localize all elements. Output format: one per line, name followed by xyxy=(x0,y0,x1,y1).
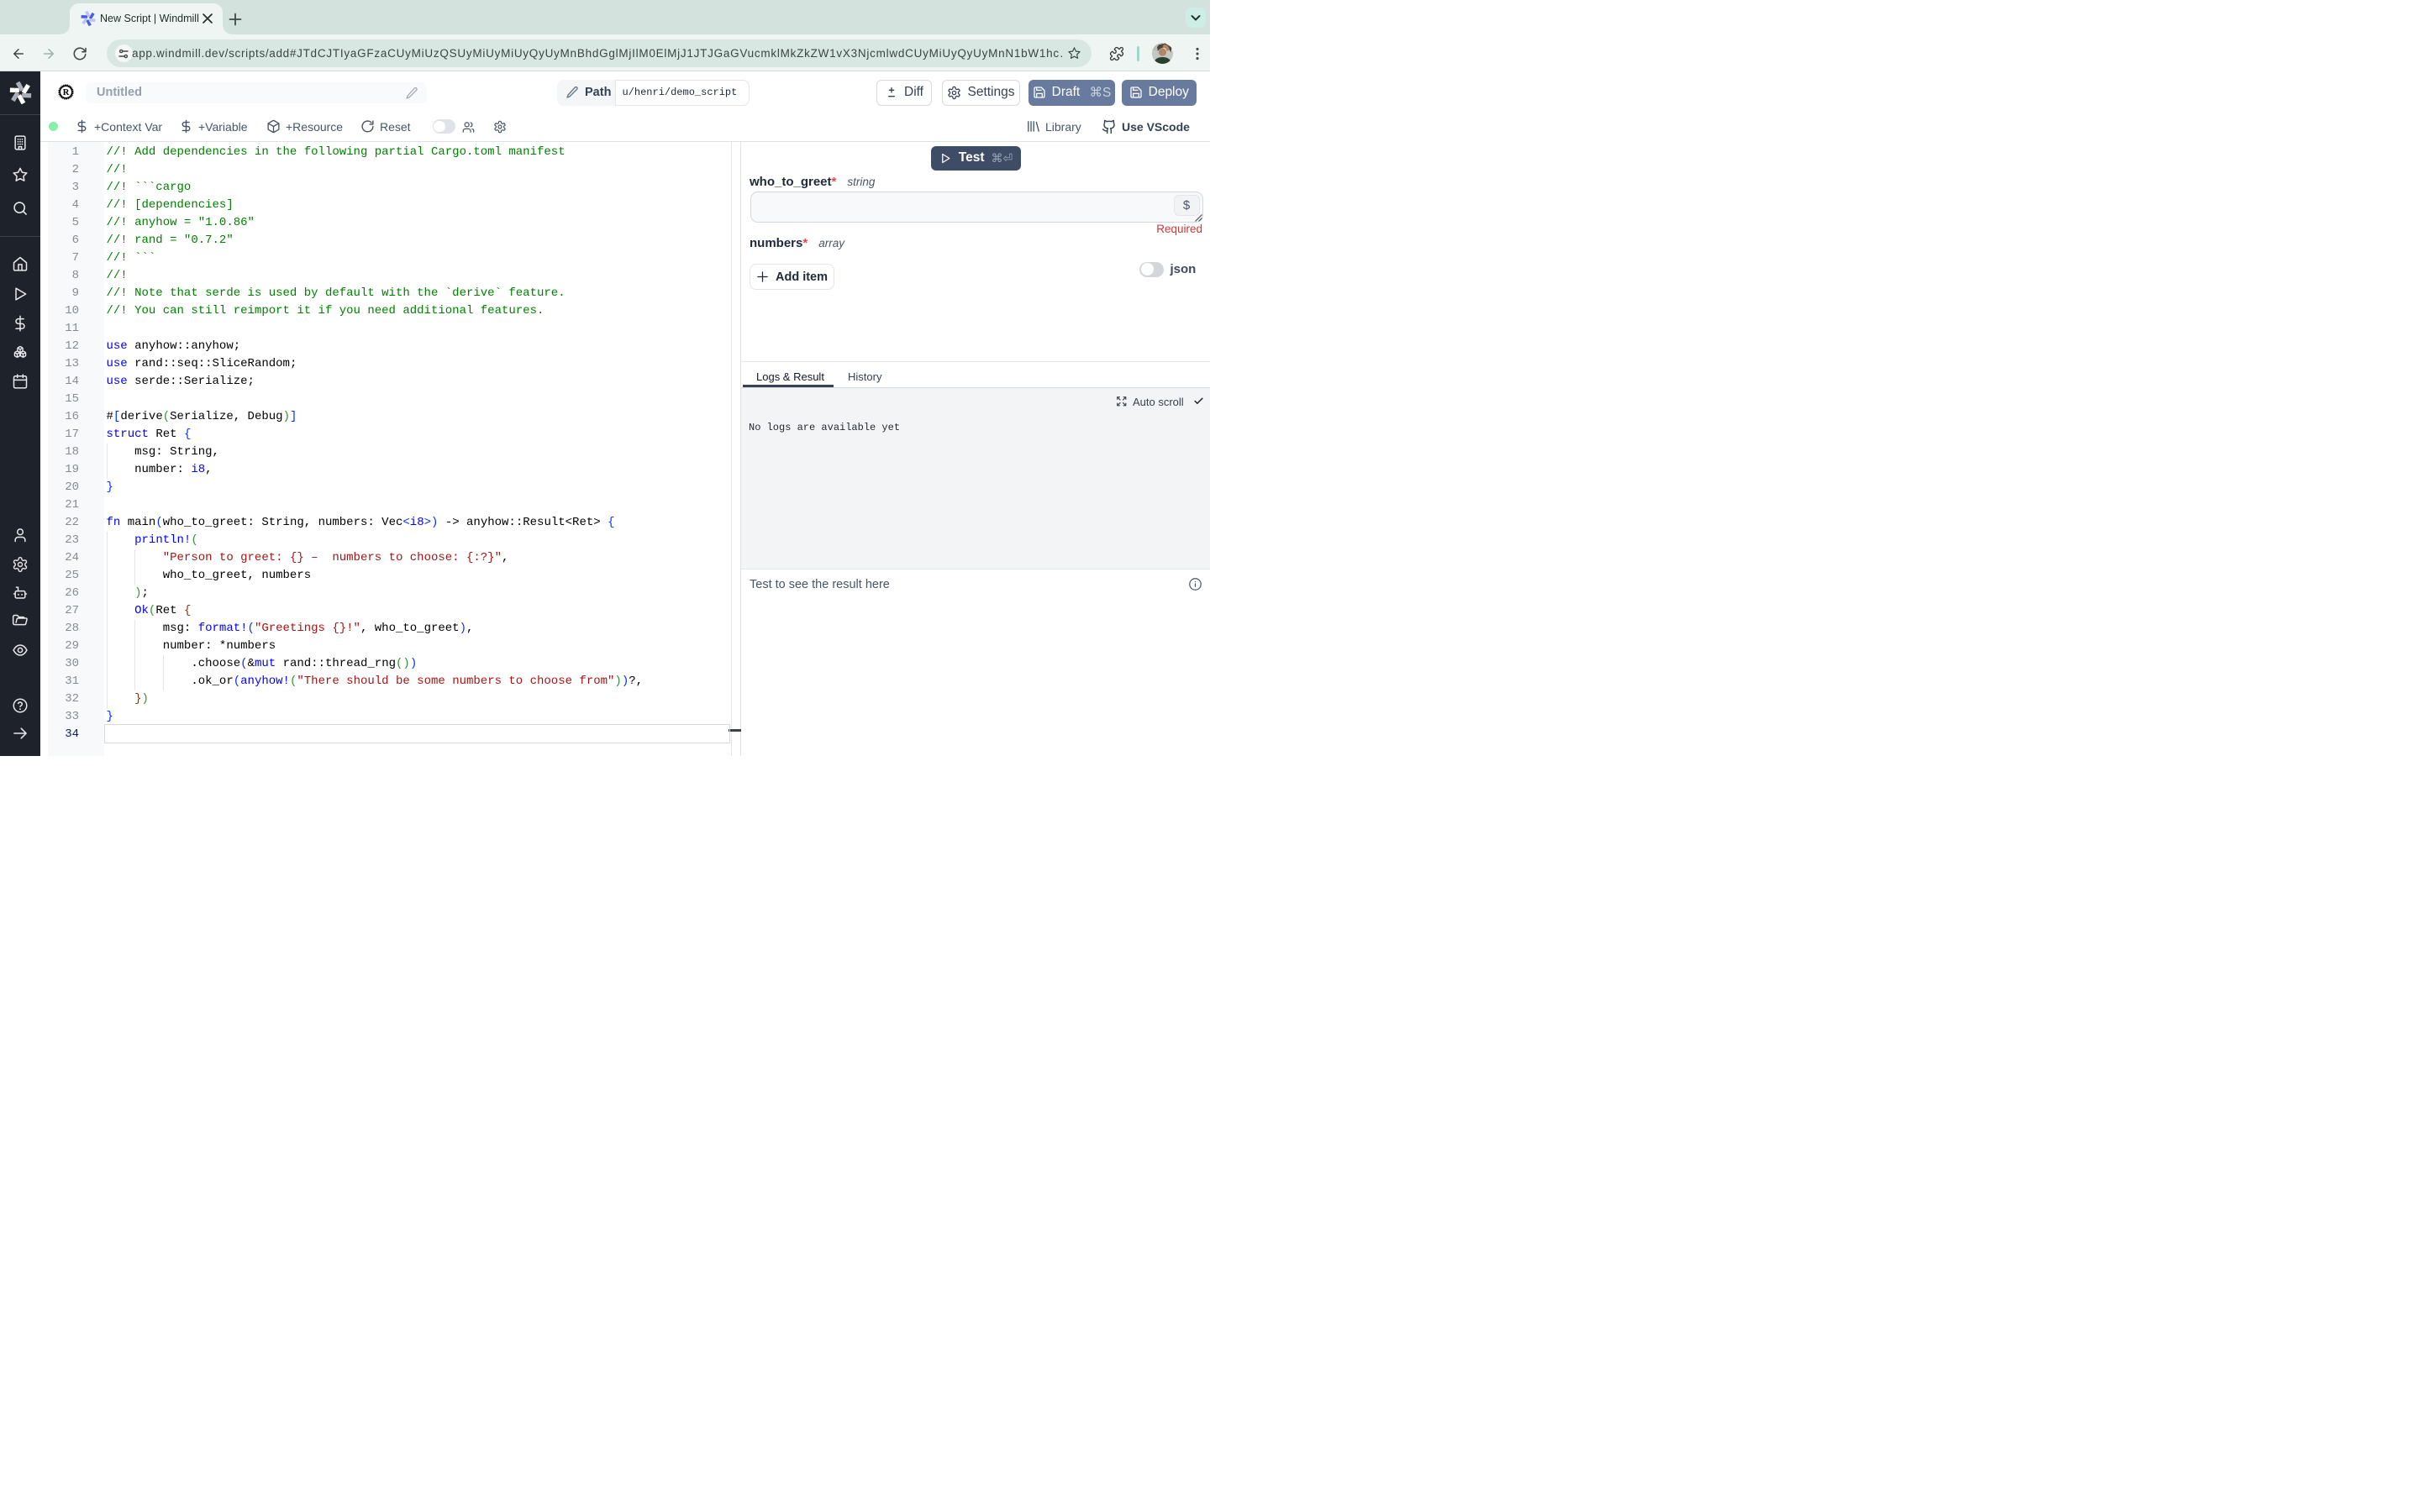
svg-text:R: R xyxy=(63,88,70,97)
